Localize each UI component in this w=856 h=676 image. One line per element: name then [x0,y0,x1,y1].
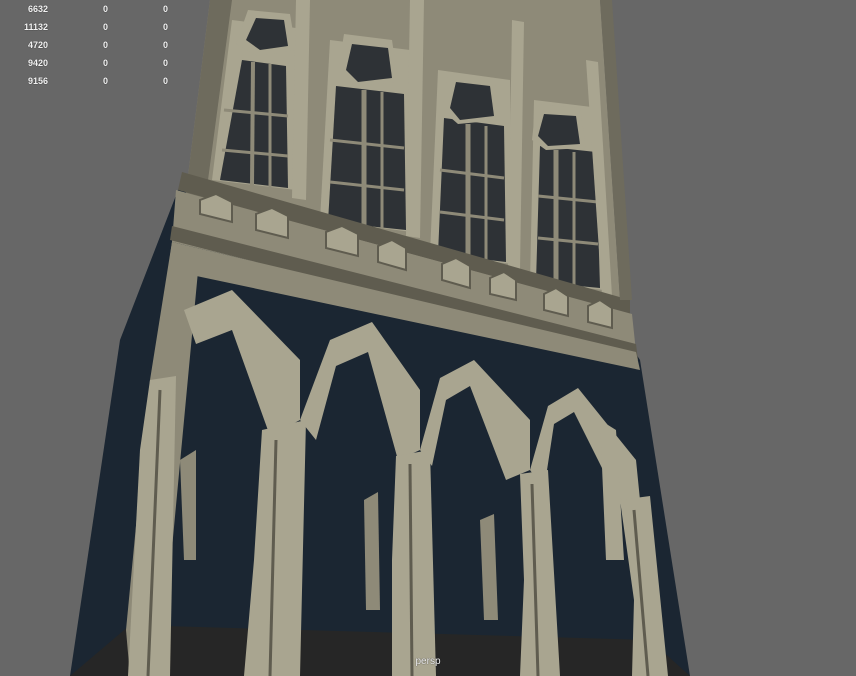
hud-row: 6632 0 0 [0,0,180,18]
hud-value: 0 [162,4,168,14]
hud-value: 0 [102,22,108,32]
hud-row: 9156 0 0 [0,72,180,90]
hud-value: 4720 [27,40,48,50]
hud-value: 0 [162,58,168,68]
hud-value: 0 [102,40,108,50]
camera-name-label: persp [415,656,441,667]
hud-value: 11132 [23,22,48,32]
hud-value: 0 [162,76,168,86]
gothic-facade-model [70,0,690,676]
hud-value: 9420 [27,58,48,68]
hud-value: 0 [102,76,108,86]
hud-value: 9156 [27,76,48,86]
hud-row: 9420 0 0 [0,54,180,72]
hud-value: 0 [162,22,168,32]
maya-perspective-viewport[interactable]: 6632 0 0 11132 0 0 4720 0 0 9420 0 0 915… [0,0,856,676]
poly-count-hud: 6632 0 0 11132 0 0 4720 0 0 9420 0 0 915… [0,0,180,90]
hud-value: 0 [102,4,108,14]
hud-value: 0 [162,40,168,50]
hud-value: 6632 [27,4,48,14]
hud-row: 4720 0 0 [0,36,180,54]
hud-row: 11132 0 0 [0,18,180,36]
hud-value: 0 [102,58,108,68]
